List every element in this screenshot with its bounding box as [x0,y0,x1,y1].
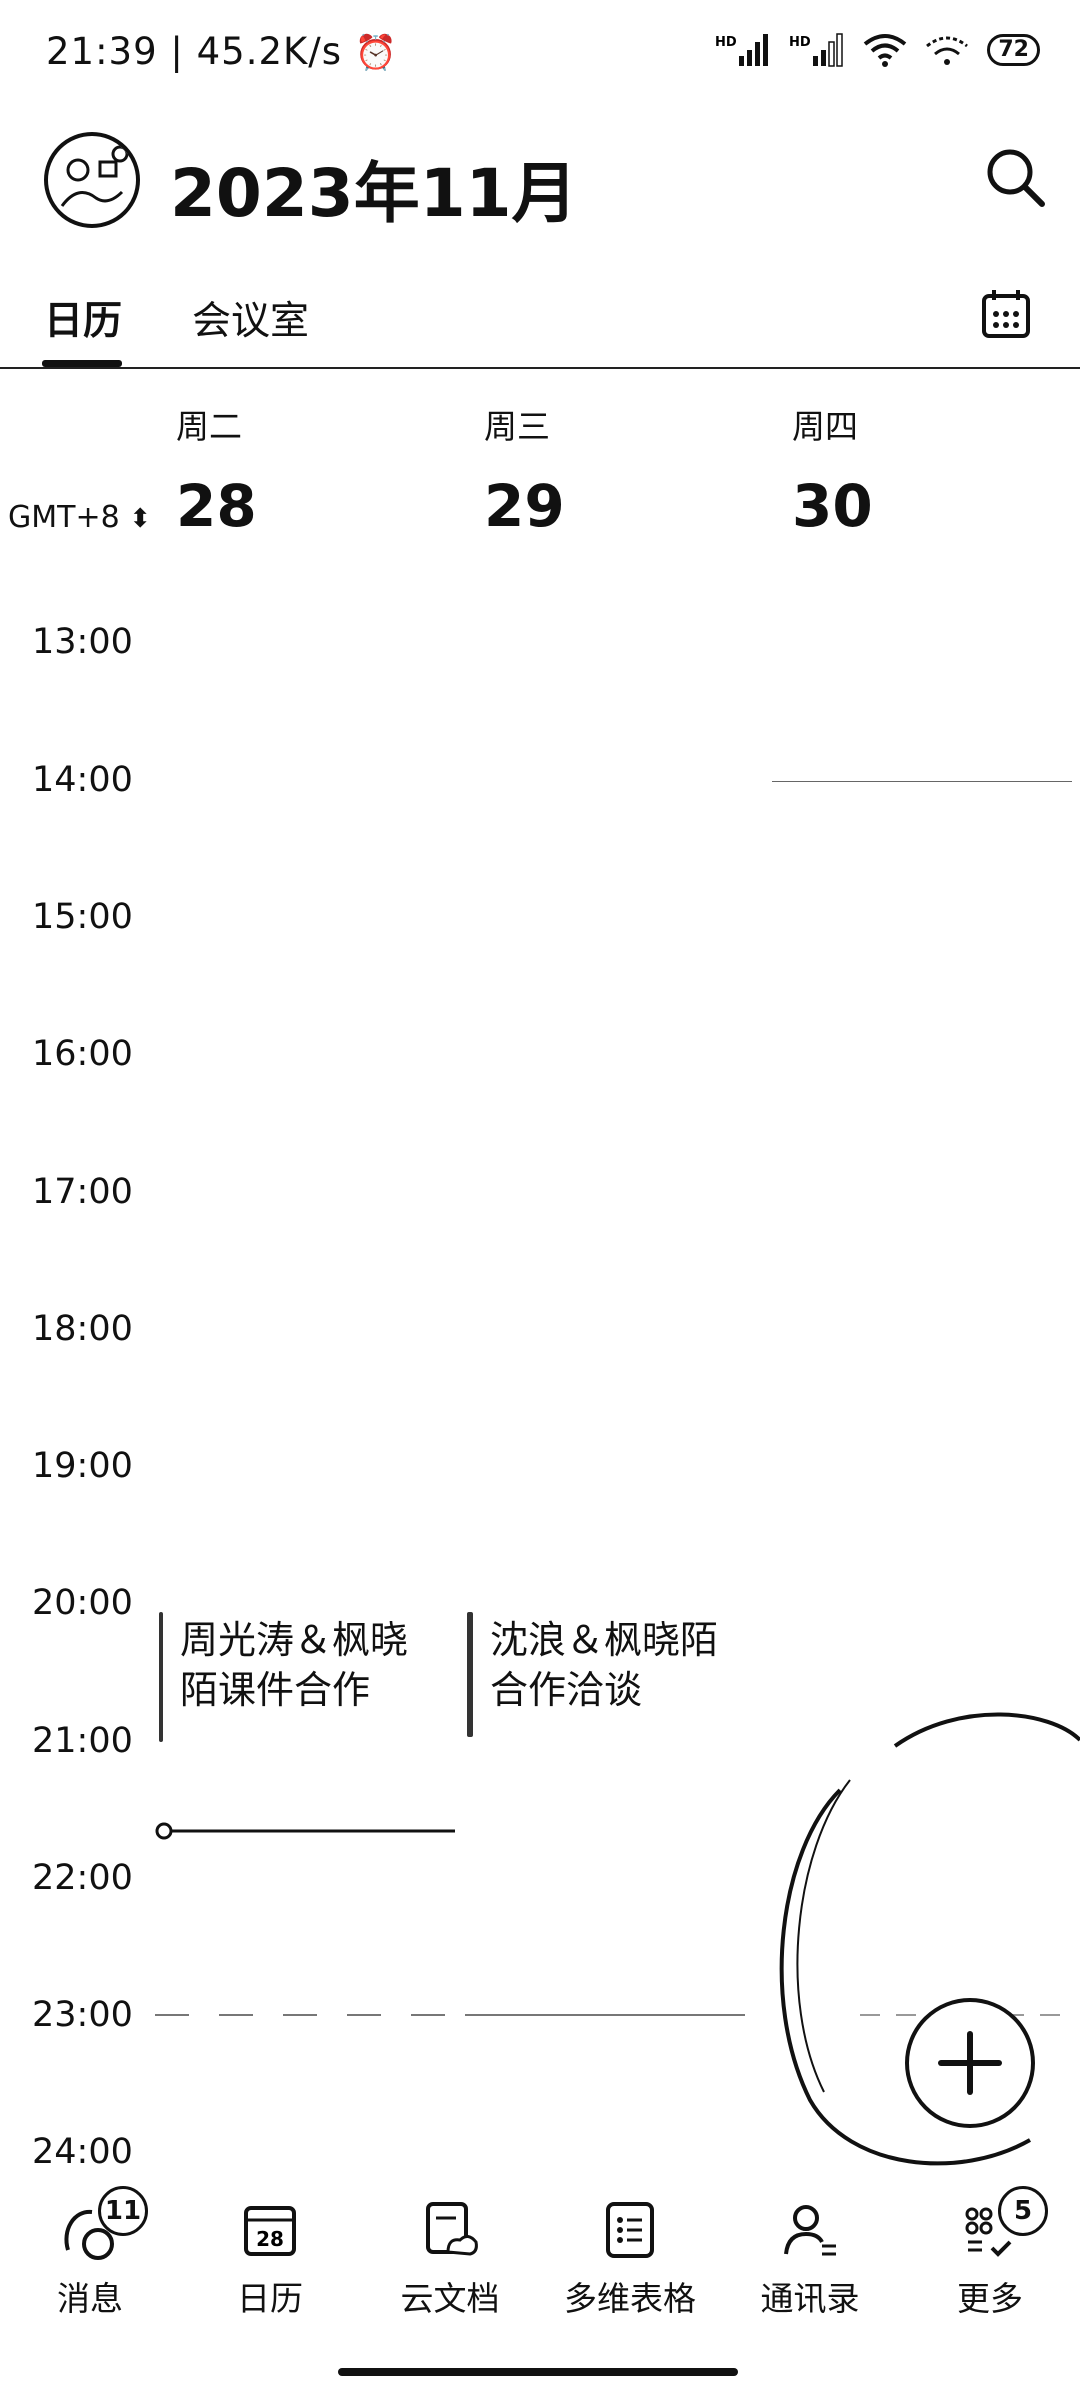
date-30[interactable]: 30 [792,472,873,540]
event-title-line1: 沈浪＆枫晓陌 [490,1618,719,1662]
nav-cloud-docs[interactable]: 云文档 [360,2200,540,2320]
status-bar: 21:39 | 45.2K/s ⏰ HD HD 72 [0,0,1080,100]
table-icon [600,2200,660,2260]
weekday-wed: 周三 [484,407,550,446]
hour-gridline [772,781,1072,782]
time-label: 20:00 [32,1583,133,1623]
nav-more[interactable]: 5 更多 [900,2186,1080,2320]
weekday-thu: 周四 [792,407,858,446]
svg-text:28: 28 [256,2227,284,2251]
date-29[interactable]: 29 [484,472,565,540]
more-apps-icon: 5 [960,2186,1048,2260]
tabs-divider [0,367,1080,369]
time-label: 16:00 [32,1034,133,1074]
tab-meeting-room[interactable]: 会议室 [192,290,309,346]
more-badge: 5 [998,2186,1048,2236]
nav-contacts[interactable]: 通讯录 [720,2200,900,2320]
wifi-icon [864,34,907,67]
time-label: 22:00 [32,1858,133,1898]
nav-label: 云文档 [400,2279,500,2318]
event-title-line2: 陌课件合作 [180,1668,371,1712]
hotspot-icon [926,36,969,65]
time-label: 23:00 [32,1995,133,2035]
time-label: 15:00 [32,897,133,937]
event-card[interactable]: 周光涛＆枫晓 陌课件合作 [180,1615,408,1715]
event-card[interactable]: 沈浪＆枫晓陌 合作洽谈 [490,1615,718,1715]
sort-arrows-icon: ⬍ [129,504,152,534]
nav-messages[interactable]: 11 消息 [0,2186,180,2320]
active-tab-indicator [42,360,122,367]
time-label: 24:00 [32,2132,133,2172]
status-time: 21:39 [46,30,158,73]
decorative-curve [779,1712,1080,2166]
time-label: 17:00 [32,1172,133,1212]
plus-icon [938,2031,1002,2095]
time-label: 14:00 [32,760,133,800]
nav-label: 多维表格 [564,2279,696,2318]
event-color-bar [159,1612,163,1742]
timezone-label: GMT+8 [8,500,120,535]
nav-multitable[interactable]: 多维表格 [540,2200,720,2320]
avatar-illustration-icon [50,138,134,222]
hd-signal-icon-2: HD [789,33,844,67]
time-label: 21:00 [32,1721,133,1761]
nav-label: 消息 [57,2279,123,2318]
event-title-line2: 合作洽谈 [490,1668,643,1712]
page-title: 2023年11月 [170,155,578,232]
network-speed: 45.2K/s [196,30,343,73]
nav-calendar[interactable]: 28 日历 [180,2200,360,2320]
cloud-doc-icon [420,2200,480,2260]
date-28[interactable]: 28 [176,472,257,540]
current-time-line [155,1822,455,1840]
status-icons: HD HD 72 [715,32,1040,68]
time-label: 13:00 [32,622,133,662]
nav-label: 更多 [957,2279,1023,2318]
svg-text:HD: HD [789,35,811,50]
tab-calendar[interactable]: 日历 [44,290,122,346]
event-title-line1: 周光涛＆枫晓 [180,1618,409,1662]
battery-indicator: 72 [987,34,1040,66]
svg-text:HD: HD [715,35,737,50]
avatar[interactable] [44,132,140,228]
time-label: 19:00 [32,1446,133,1486]
hd-signal-icon-1: HD [715,34,769,66]
message-icon: 11 [60,2186,148,2260]
alarm-icon: ⏰ [354,33,399,73]
timezone-selector[interactable]: GMT+8 ⬍ [8,500,151,535]
add-event-button[interactable] [905,1998,1035,2128]
message-badge: 11 [98,2186,148,2236]
nav-label: 日历 [237,2279,303,2318]
status-left: 21:39 | 45.2K/s ⏰ [46,30,399,73]
calendar-icon: 28 [240,2200,300,2260]
weekday-tue: 周二 [176,407,242,446]
nav-label: 通讯录 [760,2279,860,2318]
event-color-bar [467,1612,473,1737]
home-indicator[interactable] [338,2368,738,2376]
contacts-icon [780,2200,840,2260]
time-label: 18:00 [32,1309,133,1349]
search-icon[interactable] [980,142,1050,212]
calendar-grid-icon[interactable] [980,288,1032,340]
